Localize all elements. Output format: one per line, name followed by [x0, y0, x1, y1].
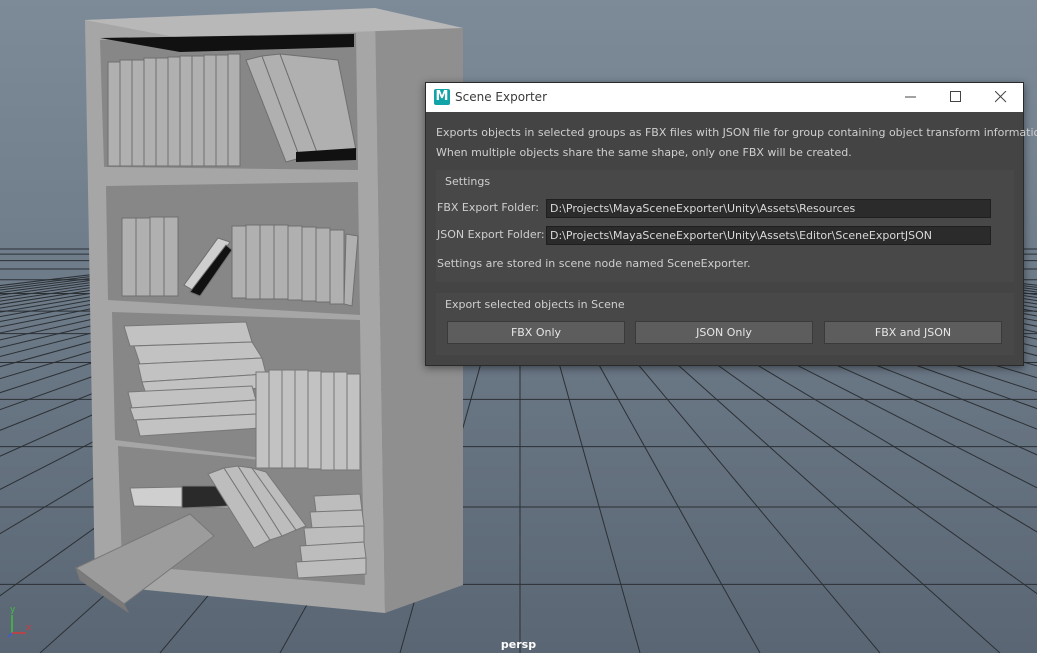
- axis-y-label: y: [10, 605, 16, 615]
- minimize-icon: [905, 96, 916, 98]
- maya-logo-icon: M: [434, 89, 450, 105]
- close-button[interactable]: [979, 83, 1023, 112]
- settings-note: Settings are stored in scene node named …: [437, 257, 751, 270]
- fbx-and-json-button[interactable]: FBX and JSON: [824, 321, 1002, 344]
- description-line-1: Exports objects in selected groups as FB…: [436, 126, 1037, 139]
- fbx-only-button[interactable]: FBX Only: [447, 321, 625, 344]
- axis-gizmo: y x: [4, 603, 44, 639]
- export-group-title: Export selected objects in Scene: [445, 298, 625, 311]
- minimize-button[interactable]: [889, 83, 933, 112]
- fbx-folder-input[interactable]: [546, 199, 991, 218]
- scene-exporter-dialog: M Scene Exporter Exports objects in sele…: [425, 82, 1037, 366]
- export-group: Export selected objects in Scene FBX Onl…: [436, 293, 1014, 355]
- settings-group-title: Settings: [445, 175, 491, 188]
- close-icon: [995, 91, 1007, 103]
- maximize-button[interactable]: [934, 83, 978, 112]
- json-folder-label: JSON Export Folder:: [437, 228, 545, 241]
- fbx-folder-label: FBX Export Folder:: [437, 201, 539, 214]
- bookshelf-model[interactable]: [75, 8, 463, 614]
- window-title: Scene Exporter: [455, 90, 547, 104]
- json-folder-input[interactable]: [546, 226, 991, 245]
- axis-x-label: x: [26, 623, 32, 633]
- title-bar[interactable]: M Scene Exporter: [426, 83, 1023, 112]
- description-line-2: When multiple objects share the same sha…: [436, 146, 852, 159]
- maximize-icon: [950, 91, 961, 102]
- camera-label: persp: [500, 638, 537, 651]
- json-only-button[interactable]: JSON Only: [635, 321, 813, 344]
